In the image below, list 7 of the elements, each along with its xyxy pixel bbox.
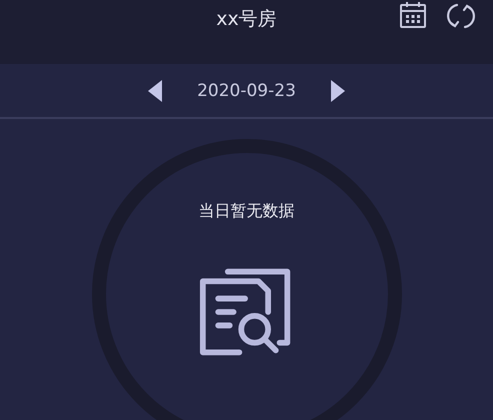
next-day-button[interactable] xyxy=(330,78,346,102)
empty-message: 当日暂无数据 xyxy=(198,201,294,222)
refresh-icon[interactable] xyxy=(446,1,476,31)
page-title: xx号房 xyxy=(216,7,277,32)
calendar-icon[interactable] xyxy=(399,1,427,29)
previous-day-button[interactable] xyxy=(147,78,164,102)
date-label: 2020-09-23 xyxy=(197,80,296,100)
